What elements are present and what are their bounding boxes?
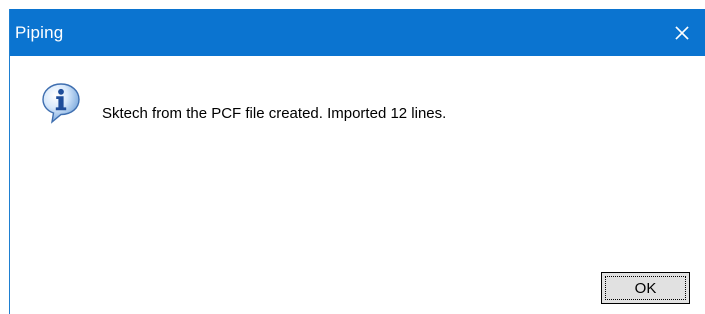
message-dialog: Piping Sktech from the PCF file created.… [9,9,705,314]
close-button[interactable] [659,9,705,56]
window-title: Piping [15,23,64,42]
dialog-message: Sktech from the PCF file created. Import… [102,105,447,122]
title-bar[interactable]: Piping [10,9,705,56]
info-icon [42,83,80,124]
ok-button-label: OK [605,276,686,300]
dialog-body: Sktech from the PCF file created. Import… [10,56,705,314]
ok-button[interactable]: OK [601,272,690,304]
close-icon [675,25,689,40]
